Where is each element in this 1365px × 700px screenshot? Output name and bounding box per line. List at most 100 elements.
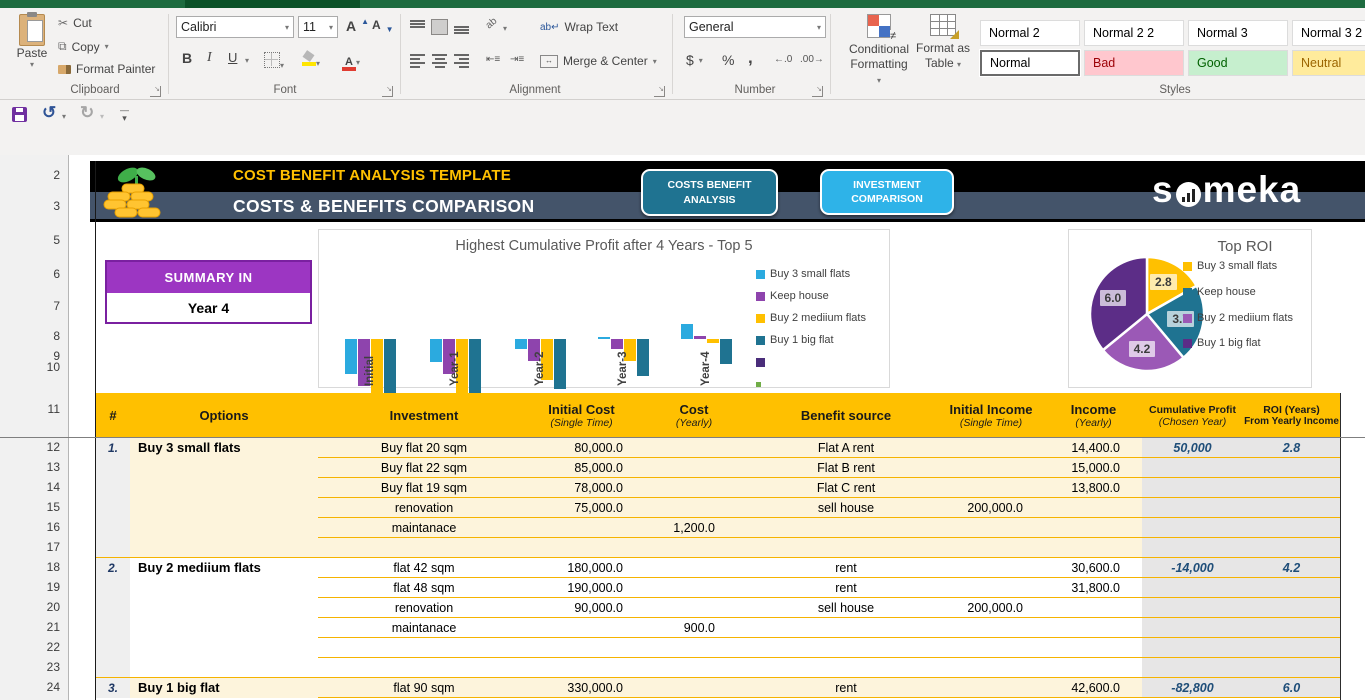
cell-investment[interactable]: Buy flat 19 sqm (318, 478, 530, 498)
cell-cum[interactable]: 50,000 (1142, 438, 1243, 458)
paste-button[interactable]: Paste ▾ (10, 14, 54, 69)
row-header-23[interactable]: 23 (4, 660, 60, 674)
row-header-3[interactable]: 3 (4, 199, 60, 213)
investment-comparison-button[interactable]: INVESTMENTCOMPARISON (820, 169, 954, 215)
row-header-17[interactable]: 17 (4, 540, 60, 554)
cell-cum[interactable]: -14,000 (1142, 558, 1243, 578)
cell-benefit[interactable]: rent (755, 578, 937, 598)
cell-income[interactable]: 42,600.0 (1045, 678, 1142, 698)
shrink-font-button[interactable]: A▼ (372, 18, 394, 32)
comma-style-button[interactable]: , (748, 48, 753, 68)
cell-roi[interactable]: 4.2 (1243, 558, 1340, 578)
cut-button[interactable]: ✂ Cut (58, 16, 92, 30)
paste-dropdown-arrow[interactable]: ▾ (10, 60, 54, 69)
cell-investment[interactable]: Buy flat 20 sqm (318, 438, 530, 458)
cell-initial_income[interactable]: 200,000.0 (937, 498, 1045, 518)
style-neutral[interactable]: Neutral (1292, 50, 1365, 76)
middle-align-button[interactable] (432, 20, 447, 34)
align-left-button[interactable] (410, 54, 425, 68)
style-bad[interactable]: Bad (1084, 50, 1184, 76)
style-normal-2-2[interactable]: Normal 2 2 (1084, 20, 1184, 46)
decrease-indent-button[interactable]: ⇤≡ (486, 54, 500, 65)
cell-n[interactable]: 3. (96, 678, 130, 698)
font-size-select[interactable]: 11▾ (298, 16, 338, 38)
cell-n[interactable]: 1. (96, 438, 130, 458)
row-header-22[interactable]: 22 (4, 640, 60, 654)
pie-chart-panel[interactable]: Top ROI 2.83.74.26.0 Buy 3 small flatsKe… (1068, 229, 1312, 388)
cell-benefit[interactable]: Flat B rent (755, 458, 937, 478)
cell-investment[interactable]: Buy flat 22 sqm (318, 458, 530, 478)
decrease-decimal-button[interactable]: .00→ (800, 54, 824, 65)
cell-initial_cost[interactable]: 85,000.0 (530, 458, 633, 478)
style-normal[interactable]: Normal (980, 50, 1080, 76)
row-header-21[interactable]: 21 (4, 620, 60, 634)
wrap-text-button[interactable]: ab↵ Wrap Text (540, 20, 618, 34)
cell-initial_cost[interactable]: 78,000.0 (530, 478, 633, 498)
undo-button[interactable]: ↺ (42, 103, 56, 123)
row-header-13[interactable]: 13 (4, 460, 60, 474)
cell-investment[interactable]: flat 42 sqm (318, 558, 530, 578)
underline-button[interactable]: U (228, 50, 237, 65)
row-header-16[interactable]: 16 (4, 520, 60, 534)
cell-investment[interactable]: maintanace (318, 518, 530, 538)
borders-button[interactable]: ▾ (264, 52, 284, 73)
cell-investment[interactable]: renovation (318, 598, 530, 618)
copy-button[interactable]: ⧉ Copy ▾ (58, 39, 109, 54)
costs-benefit-analysis-button[interactable]: COSTS BENEFITANALYSIS (641, 169, 778, 216)
font-name-select[interactable]: Calibri▾ (176, 16, 294, 38)
cell-initial_cost[interactable]: 330,000.0 (530, 678, 633, 698)
style-normal-3-2[interactable]: Normal 3 2 (1292, 20, 1365, 46)
cell-initial_income[interactable]: 200,000.0 (937, 598, 1045, 618)
row-header-11[interactable]: 11 (4, 402, 60, 416)
underline-dropdown-arrow[interactable]: ▾ (245, 56, 249, 65)
undo-dropdown-arrow[interactable]: ▾ (62, 112, 66, 121)
row-header-5[interactable]: 5 (4, 233, 60, 247)
italic-button[interactable]: I (207, 50, 212, 66)
font-color-button[interactable]: A▾ (342, 52, 360, 71)
cell-income[interactable]: 13,800.0 (1045, 478, 1142, 498)
row-header-8[interactable]: 8 (4, 329, 60, 343)
cell-income[interactable]: 31,800.0 (1045, 578, 1142, 598)
cell-initial_cost[interactable]: 80,000.0 (530, 438, 633, 458)
align-right-button[interactable] (454, 54, 469, 68)
alignment-dialog-launcher[interactable]: ↘ (654, 86, 665, 97)
row-header-14[interactable]: 14 (4, 480, 60, 494)
save-button[interactable] (12, 107, 27, 122)
cell-investment[interactable]: flat 90 sqm (318, 678, 530, 698)
cell-investment[interactable]: maintanace (318, 618, 530, 638)
row-header-6[interactable]: 6 (4, 267, 60, 281)
cell-income[interactable]: 30,600.0 (1045, 558, 1142, 578)
cell-initial_cost[interactable]: 190,000.0 (530, 578, 633, 598)
row-header-12[interactable]: 12 (4, 440, 60, 454)
cell-benefit[interactable]: Flat A rent (755, 438, 937, 458)
conditional-formatting-button[interactable]: ≠ Conditional Formatting ▾ (848, 14, 910, 87)
bottom-align-button[interactable] (454, 20, 469, 34)
number-format-select[interactable]: General▾ (684, 16, 826, 38)
clipboard-dialog-launcher[interactable]: ↘ (150, 86, 161, 97)
cell-cum[interactable]: -82,800 (1142, 678, 1243, 698)
cell-benefit[interactable]: rent (755, 678, 937, 698)
row-header-10[interactable]: 10 (4, 360, 60, 374)
cell-benefit[interactable]: sell house (755, 498, 937, 518)
font-dialog-launcher[interactable]: ↘ (382, 86, 393, 97)
top-align-button[interactable] (410, 20, 425, 34)
format-painter-button[interactable]: Format Painter (58, 62, 155, 76)
cell-investment[interactable]: flat 48 sqm (318, 578, 530, 598)
increase-indent-button[interactable]: ⇥≡ (510, 54, 524, 65)
cell-initial_cost[interactable]: 180,000.0 (530, 558, 633, 578)
row-header-7[interactable]: 7 (4, 299, 60, 313)
orientation-dropdown-arrow[interactable]: ▾ (503, 24, 507, 33)
cell-option[interactable]: Buy 3 small flats (130, 438, 318, 458)
summary-year-value[interactable]: Year 4 (107, 293, 310, 322)
cell-income[interactable]: 15,000.0 (1045, 458, 1142, 478)
cell-initial_cost[interactable]: 90,000.0 (530, 598, 633, 618)
fill-color-button[interactable]: ▾ (302, 52, 320, 71)
row-header-15[interactable]: 15 (4, 500, 60, 514)
percent-style-button[interactable]: % (722, 52, 734, 68)
style-normal-3[interactable]: Normal 3 (1188, 20, 1288, 46)
row-header-2[interactable]: 2 (4, 168, 60, 182)
increase-decimal-button[interactable]: ←.0 (774, 54, 792, 65)
cell-initial_cost[interactable]: 75,000.0 (530, 498, 633, 518)
grow-font-button[interactable]: A▲ (346, 18, 369, 34)
cell-benefit[interactable]: Flat C rent (755, 478, 937, 498)
